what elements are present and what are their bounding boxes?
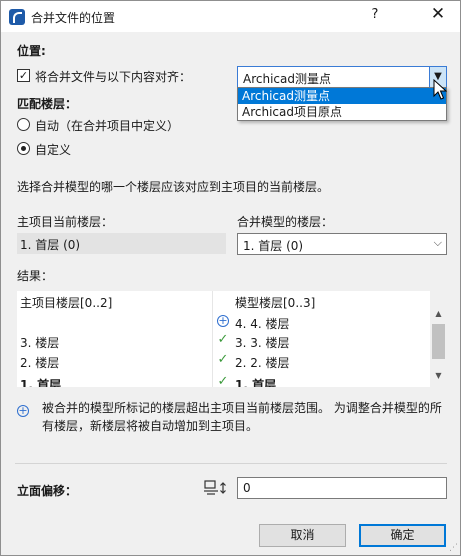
row-model-story: 4. 4. 楼层: [235, 317, 290, 331]
mouse-cursor-icon: [433, 79, 447, 100]
close-button[interactable]: ✕: [425, 4, 451, 24]
table-row[interactable]: + 4. 4. 楼层: [17, 312, 430, 333]
radio-custom-label[interactable]: 自定义: [35, 141, 71, 158]
scroll-thumb[interactable]: [432, 324, 445, 359]
row-model-story: 2. 2. 楼层: [235, 356, 290, 370]
results-scrollbar[interactable]: ▲ ▼: [430, 291, 447, 387]
merged-story-value: 1. 首层 (0): [243, 239, 304, 253]
title-bar: 合并文件的位置 ? ✕: [1, 1, 460, 32]
align-target-value: Archicad测量点: [243, 72, 331, 86]
align-checkbox[interactable]: ✓: [17, 69, 30, 82]
results-heading: 结果：: [17, 269, 54, 283]
dropdown-option-project-origin[interactable]: Archicad项目原点: [238, 104, 446, 120]
elevation-offset-icon: [204, 480, 226, 495]
radio-custom[interactable]: [17, 142, 30, 155]
merged-story-label: 合并模型的楼层：: [237, 215, 334, 229]
host-story-label: 主项目当前楼层：: [17, 215, 114, 229]
align-target-dropdown: Archicad测量点 Archicad项目原点: [237, 87, 447, 121]
window-title: 合并文件的位置: [31, 11, 116, 25]
elevation-offset-label: 立面偏移：: [17, 484, 78, 498]
row-host-story: 2. 楼层: [20, 356, 60, 370]
row-host-story: 3. 楼层: [20, 336, 60, 350]
plus-circle-icon: +: [217, 314, 229, 327]
help-button[interactable]: ?: [363, 7, 387, 22]
row-model-story: 1. 首层: [235, 378, 277, 387]
table-row[interactable]: 1. 首层 ✓ 1. 首层: [17, 373, 430, 387]
scroll-up-icon[interactable]: ▲: [430, 309, 447, 323]
dropdown-option-survey-point[interactable]: Archicad测量点: [238, 88, 446, 104]
row-host-story: 1. 首层: [20, 378, 62, 387]
check-icon: ✓: [217, 374, 229, 387]
results-col-model: 模型楼层[0..3]: [235, 296, 316, 310]
results-list[interactable]: 主项目楼层[0..2] 模型楼层[0..3] + 4. 4. 楼层 3. 楼层 …: [17, 291, 447, 387]
position-heading: 位置:: [17, 44, 46, 58]
ok-button[interactable]: 确定: [359, 524, 446, 547]
divider: [15, 463, 447, 464]
archicad-app-icon: [9, 9, 25, 25]
check-icon: ✓: [217, 352, 229, 367]
host-story-value: 1. 首层 (0): [20, 238, 81, 252]
cancel-button[interactable]: 取消: [259, 524, 346, 547]
story-match-heading: 匹配楼层：: [17, 97, 78, 111]
radio-auto-label[interactable]: 自动（在合并项目中定义）: [35, 117, 179, 134]
chevron-down-icon: ⌵: [433, 236, 442, 249]
radio-auto[interactable]: [17, 118, 30, 131]
scroll-down-icon[interactable]: ▼: [430, 371, 447, 385]
row-model-story: 3. 3. 楼层: [235, 336, 290, 350]
align-checkbox-label[interactable]: 将合并文件与以下内容对齐：: [35, 68, 191, 85]
results-col-host: 主项目楼层[0..2]: [20, 296, 113, 310]
table-row[interactable]: 2. 楼层 ✓ 2. 2. 楼层: [17, 351, 430, 372]
elevation-offset-value: 0: [243, 481, 251, 495]
align-target-select[interactable]: Archicad测量点 ▼: [237, 66, 447, 88]
resize-grip-icon[interactable]: ⋰: [449, 543, 458, 553]
plus-circle-icon: +: [17, 404, 29, 417]
story-instruction: 选择合并模型的哪一个楼层应该对应到主项目的当前楼层。: [17, 180, 330, 194]
merge-position-dialog: 合并文件的位置 ? ✕ 位置: ✓ 将合并文件与以下内容对齐： Archicad…: [0, 0, 461, 556]
merged-story-select[interactable]: 1. 首层 (0) ⌵: [237, 233, 447, 255]
host-story-field: 1. 首层 (0): [17, 233, 226, 254]
check-icon: ✓: [217, 332, 229, 347]
elevation-offset-input[interactable]: 0: [237, 477, 447, 499]
table-row[interactable]: 3. 楼层 ✓ 3. 3. 楼层: [17, 331, 430, 352]
info-note: 被合并的模型所标记的楼层超出主项目当前楼层范围。 为调整合并模型的所有楼层，新楼…: [42, 401, 442, 433]
